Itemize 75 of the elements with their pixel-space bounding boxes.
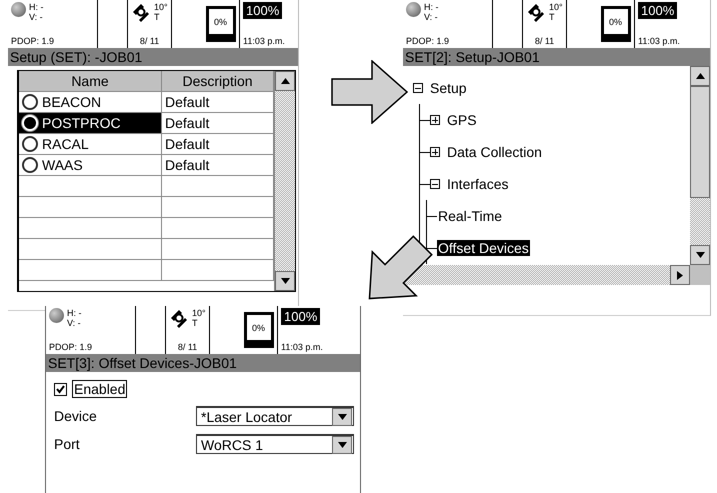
pdop-reading: PDOP: 1.9 — [11, 36, 56, 46]
vertical-scrollbar[interactable] — [274, 71, 295, 291]
h-reading: H: - — [424, 2, 438, 12]
description-cell: Default — [162, 134, 274, 155]
elevation-mask: 10° — [192, 308, 206, 318]
radio-button[interactable] — [22, 157, 38, 173]
screen-title: Setup (SET): -JOB01 — [8, 48, 298, 66]
screen-title: SET[2]: Setup-JOB01 — [403, 48, 710, 66]
scroll-thumb[interactable] — [690, 86, 710, 198]
checkmark-icon — [56, 384, 65, 394]
clock-time: 11:03 p.m. — [243, 36, 286, 46]
collapse-toggle[interactable] — [430, 179, 440, 189]
tree-item[interactable]: Offset Devices — [437, 240, 530, 256]
field-label: Port — [54, 436, 80, 452]
down-triangle-icon — [280, 278, 290, 284]
v-reading: V: - — [29, 12, 44, 22]
tree-item[interactable]: Data Collection — [446, 144, 543, 160]
elevation-mask: 10° — [549, 2, 563, 12]
horizontal-scrollbar[interactable] — [403, 265, 690, 285]
mode-label: T — [192, 318, 198, 328]
field-label: Device — [54, 408, 97, 424]
mode-label: T — [154, 12, 160, 22]
mode-label: T — [549, 12, 556, 22]
dropdown[interactable]: WoRCS 1 — [196, 434, 354, 454]
satellite-count: 8/ 11 — [140, 36, 160, 46]
clock-time: 11:03 p.m. — [638, 36, 681, 46]
dropdown[interactable]: *Laser Locator — [196, 406, 354, 426]
scroll-right-button[interactable] — [670, 265, 690, 285]
battery-indicator: 100% — [281, 308, 320, 325]
globe-icon — [11, 2, 26, 17]
down-triangle-icon — [338, 442, 346, 448]
battery-indicator: 100% — [638, 2, 678, 19]
up-triangle-icon — [280, 78, 290, 84]
clock-time: 11:03 p.m. — [281, 342, 324, 352]
scroll-up-button[interactable] — [690, 66, 710, 86]
description-cell: Default — [162, 113, 274, 134]
tree-item[interactable]: Real-Time — [437, 208, 504, 224]
tree-item[interactable]: GPS — [446, 112, 478, 128]
description-cell: Default — [162, 155, 274, 176]
name-cell[interactable]: BEACON — [19, 92, 162, 113]
radio-button[interactable] — [22, 136, 38, 152]
collapse-toggle[interactable] — [413, 83, 423, 93]
tree-item[interactable]: Setup — [429, 80, 468, 96]
tree-item[interactable]: Interfaces — [446, 176, 510, 192]
scroll-up-button[interactable] — [275, 71, 295, 91]
elevation-mask: 10° — [154, 2, 168, 12]
pdop-reading: PDOP: 1.9 — [49, 342, 94, 352]
right-triangle-icon — [677, 270, 683, 280]
scroll-down-button[interactable] — [275, 271, 295, 291]
pdop-reading: PDOP: 1.9 — [406, 36, 450, 46]
name-cell[interactable]: WAAS — [19, 155, 162, 176]
globe-icon — [406, 2, 421, 17]
v-reading: V: - — [67, 318, 82, 328]
column-header[interactable]: Description — [162, 71, 274, 92]
description-cell: Default — [162, 92, 274, 113]
column-header[interactable]: Name — [19, 71, 162, 92]
name-cell[interactable]: RACAL — [19, 134, 162, 155]
expand-toggle[interactable] — [430, 115, 440, 125]
vertical-scrollbar[interactable] — [690, 66, 710, 285]
down-triangle-icon — [696, 252, 704, 258]
v-reading: V: - — [424, 12, 438, 22]
enabled-checkbox[interactable]: Enabled — [54, 380, 354, 398]
satellite-count: 8/ 11 — [178, 342, 198, 352]
radio-button[interactable] — [22, 94, 38, 110]
h-reading: H: - — [67, 308, 82, 318]
globe-icon — [49, 308, 64, 323]
satellite-count: 8/ 11 — [534, 36, 554, 46]
battery-indicator: 100% — [243, 2, 282, 19]
h-reading: H: - — [29, 2, 44, 12]
screen-title: SET[3]: Offset Devices-JOB01 — [46, 354, 360, 372]
expand-toggle[interactable] — [430, 147, 440, 157]
scroll-down-button[interactable] — [690, 245, 710, 265]
down-triangle-icon — [338, 414, 346, 420]
up-triangle-icon — [696, 73, 704, 79]
name-cell[interactable]: POSTPROC — [19, 113, 162, 134]
